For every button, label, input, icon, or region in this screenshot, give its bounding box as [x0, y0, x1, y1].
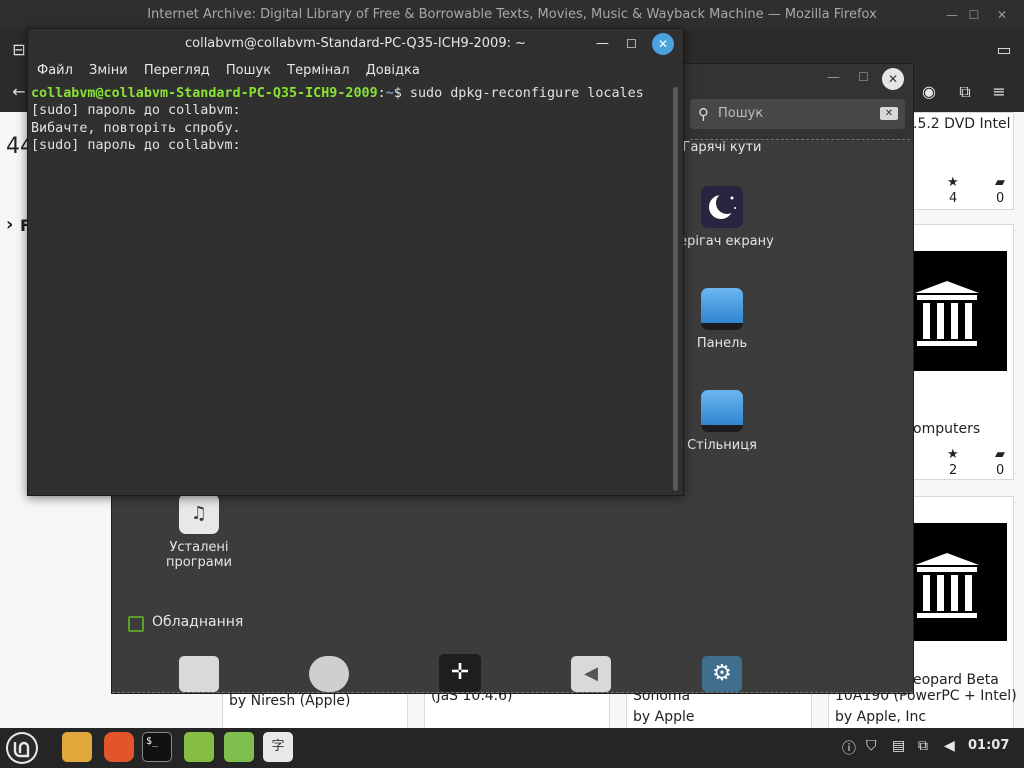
- terminal-menubar: Файл Зміни Перегляд Пошук Термінал Довід…: [28, 59, 683, 83]
- firefox-titlebar: Internet Archive: Digital Library of Fre…: [0, 0, 1024, 30]
- terminal-titlebar: collabvm@collabvm-Standard-PC-Q35-ICH9-2…: [28, 29, 683, 59]
- item-card[interactable]: .5.2 DVD Intel ★ 4 ▰ 0: [912, 112, 1014, 210]
- section-bullet-icon: [128, 616, 144, 632]
- item-creator[interactable]: by Apple: [633, 709, 694, 725]
- terminal-icon[interactable]: $_: [142, 732, 172, 762]
- default-apps-label: Усталені програми: [165, 540, 232, 570]
- firefox-icon[interactable]: [104, 732, 134, 762]
- sound-icon[interactable]: ◀: [571, 656, 611, 692]
- favorites-icon: ★: [947, 175, 959, 190]
- mint-menu-icon[interactable]: [6, 732, 38, 764]
- terminal-line: [sudo] пароль до collabvm:: [31, 103, 241, 119]
- menu-help[interactable]: Довідка: [366, 59, 420, 83]
- menu-search[interactable]: Пошук: [226, 59, 271, 83]
- clock[interactable]: 01:07: [968, 738, 1009, 753]
- maximize-icon[interactable]: ☐: [858, 70, 869, 84]
- favorites-icon: ★: [947, 447, 959, 462]
- minimize-icon[interactable]: —: [940, 0, 964, 30]
- close-icon[interactable]: ✕: [652, 33, 674, 55]
- menu-terminal[interactable]: Термінал: [287, 59, 349, 83]
- gear-icon[interactable]: ⚙: [702, 656, 742, 692]
- archive-logo-image: [913, 523, 1007, 641]
- terminal-command: sudo dpkg-reconfigure locales: [409, 86, 644, 101]
- comments-icon: ▰: [995, 447, 1005, 462]
- maximize-icon[interactable]: ☐: [626, 29, 637, 59]
- default-apps-item[interactable]: ♫ Усталені програми: [139, 494, 259, 570]
- taskbar: $_ 字 ⓘ ⛉ ▤ ⧉ ◀ 01:07: [0, 728, 1024, 768]
- item-creator[interactable]: by Niresh (Apple): [229, 693, 350, 709]
- resize-icon[interactable]: ✛: [439, 654, 481, 692]
- close-icon[interactable]: ✕: [990, 0, 1014, 30]
- character-map-icon[interactable]: 字: [263, 732, 293, 762]
- screensaver-label: Берігач екрану: [670, 234, 774, 249]
- clipboard-icon[interactable]: ▤: [892, 738, 905, 754]
- prompt-path: ~: [385, 86, 394, 101]
- music-video-icon: ♫: [179, 494, 219, 534]
- extensions-icon[interactable]: ⧉: [954, 82, 976, 102]
- item-title[interactable]: .5.2 DVD Intel: [913, 116, 1011, 132]
- clear-search-icon[interactable]: ✕: [880, 107, 898, 120]
- prompt-user: collabvm@collabvm-Standard-PC-Q35-ICH9-2…: [31, 86, 378, 101]
- files-folder-icon[interactable]: [62, 732, 92, 762]
- hardware-section-title: Обладнання: [152, 614, 244, 630]
- minimize-icon[interactable]: —: [596, 29, 609, 59]
- archive-logo-image: [913, 251, 1007, 371]
- search-icon: ⚲: [698, 105, 709, 123]
- archive-building-icon: [915, 281, 979, 346]
- network-icon[interactable]: ⧉: [918, 738, 928, 754]
- terminal-title: collabvm@collabvm-Standard-PC-Q35-ICH9-2…: [184, 36, 526, 51]
- comments-count: 0: [996, 463, 1005, 478]
- desktop-label: Стільниця: [687, 438, 757, 453]
- favorites-count: 2: [949, 463, 958, 478]
- menu-edit[interactable]: Зміни: [89, 59, 128, 83]
- window-icon[interactable]: ▭: [993, 40, 1015, 59]
- menu-file[interactable]: Файл: [37, 59, 73, 83]
- item-card[interactable]: by Niresh (Apple): [222, 692, 408, 730]
- comments-icon: ▰: [995, 175, 1005, 190]
- search-input[interactable]: ⚲ Пошук ✕: [690, 99, 905, 129]
- item-creator[interactable]: by Apple, Inc: [835, 709, 926, 725]
- item-title[interactable]: eopard Beta: [913, 672, 999, 688]
- settings-toggle-icon[interactable]: [224, 732, 254, 762]
- minimize-icon[interactable]: —: [827, 70, 840, 85]
- terminal-line: collabvm@collabvm-Standard-PC-Q35-ICH9-2…: [31, 85, 671, 102]
- prompt-symbol: $: [393, 86, 410, 101]
- terminal-scrollbar[interactable]: [673, 87, 678, 491]
- terminal-window: collabvm@collabvm-Standard-PC-Q35-ICH9-2…: [27, 28, 684, 496]
- menu-hamburger-icon[interactable]: ≡: [988, 82, 1010, 101]
- shield-icon[interactable]: ⛉: [866, 738, 877, 754]
- expand-marker[interactable]: ›: [6, 214, 13, 235]
- disk-icon[interactable]: [309, 656, 349, 692]
- divider: [112, 692, 913, 694]
- maximize-icon[interactable]: ☐: [962, 0, 986, 30]
- display-icon[interactable]: [179, 656, 219, 692]
- panel-icon: [701, 288, 743, 330]
- hot-corners-label: Гарячі кути: [682, 140, 762, 155]
- panel-label: Панель: [696, 336, 748, 351]
- mintinstall-icon[interactable]: [184, 732, 214, 762]
- item-card[interactable]: omputers ★ 2 ▰ 0: [912, 224, 1014, 480]
- terminal-line: Вибачте, повторіть спробу.: [31, 120, 241, 136]
- firefox-title: Internet Archive: Digital Library of Fre…: [147, 7, 877, 22]
- desktop-icon: [701, 390, 743, 432]
- terminal-output[interactable]: collabvm@collabvm-Standard-PC-Q35-ICH9-2…: [28, 83, 671, 495]
- volume-icon[interactable]: ◀: [944, 738, 955, 754]
- item-title[interactable]: omputers: [913, 421, 980, 437]
- archive-building-icon: [915, 553, 979, 618]
- close-icon[interactable]: ✕: [882, 68, 904, 90]
- comments-count: 0: [996, 191, 1005, 206]
- favorites-count: 4: [949, 191, 958, 206]
- terminal-line: [sudo] пароль до collabvm:: [31, 137, 241, 153]
- account-icon[interactable]: ◉: [918, 82, 940, 101]
- prompt-separator: :: [377, 86, 386, 101]
- moon-icon: [701, 186, 743, 228]
- info-icon[interactable]: ⓘ: [842, 738, 856, 758]
- search-placeholder: Пошук: [718, 106, 764, 121]
- menu-view[interactable]: Перегляд: [144, 59, 210, 83]
